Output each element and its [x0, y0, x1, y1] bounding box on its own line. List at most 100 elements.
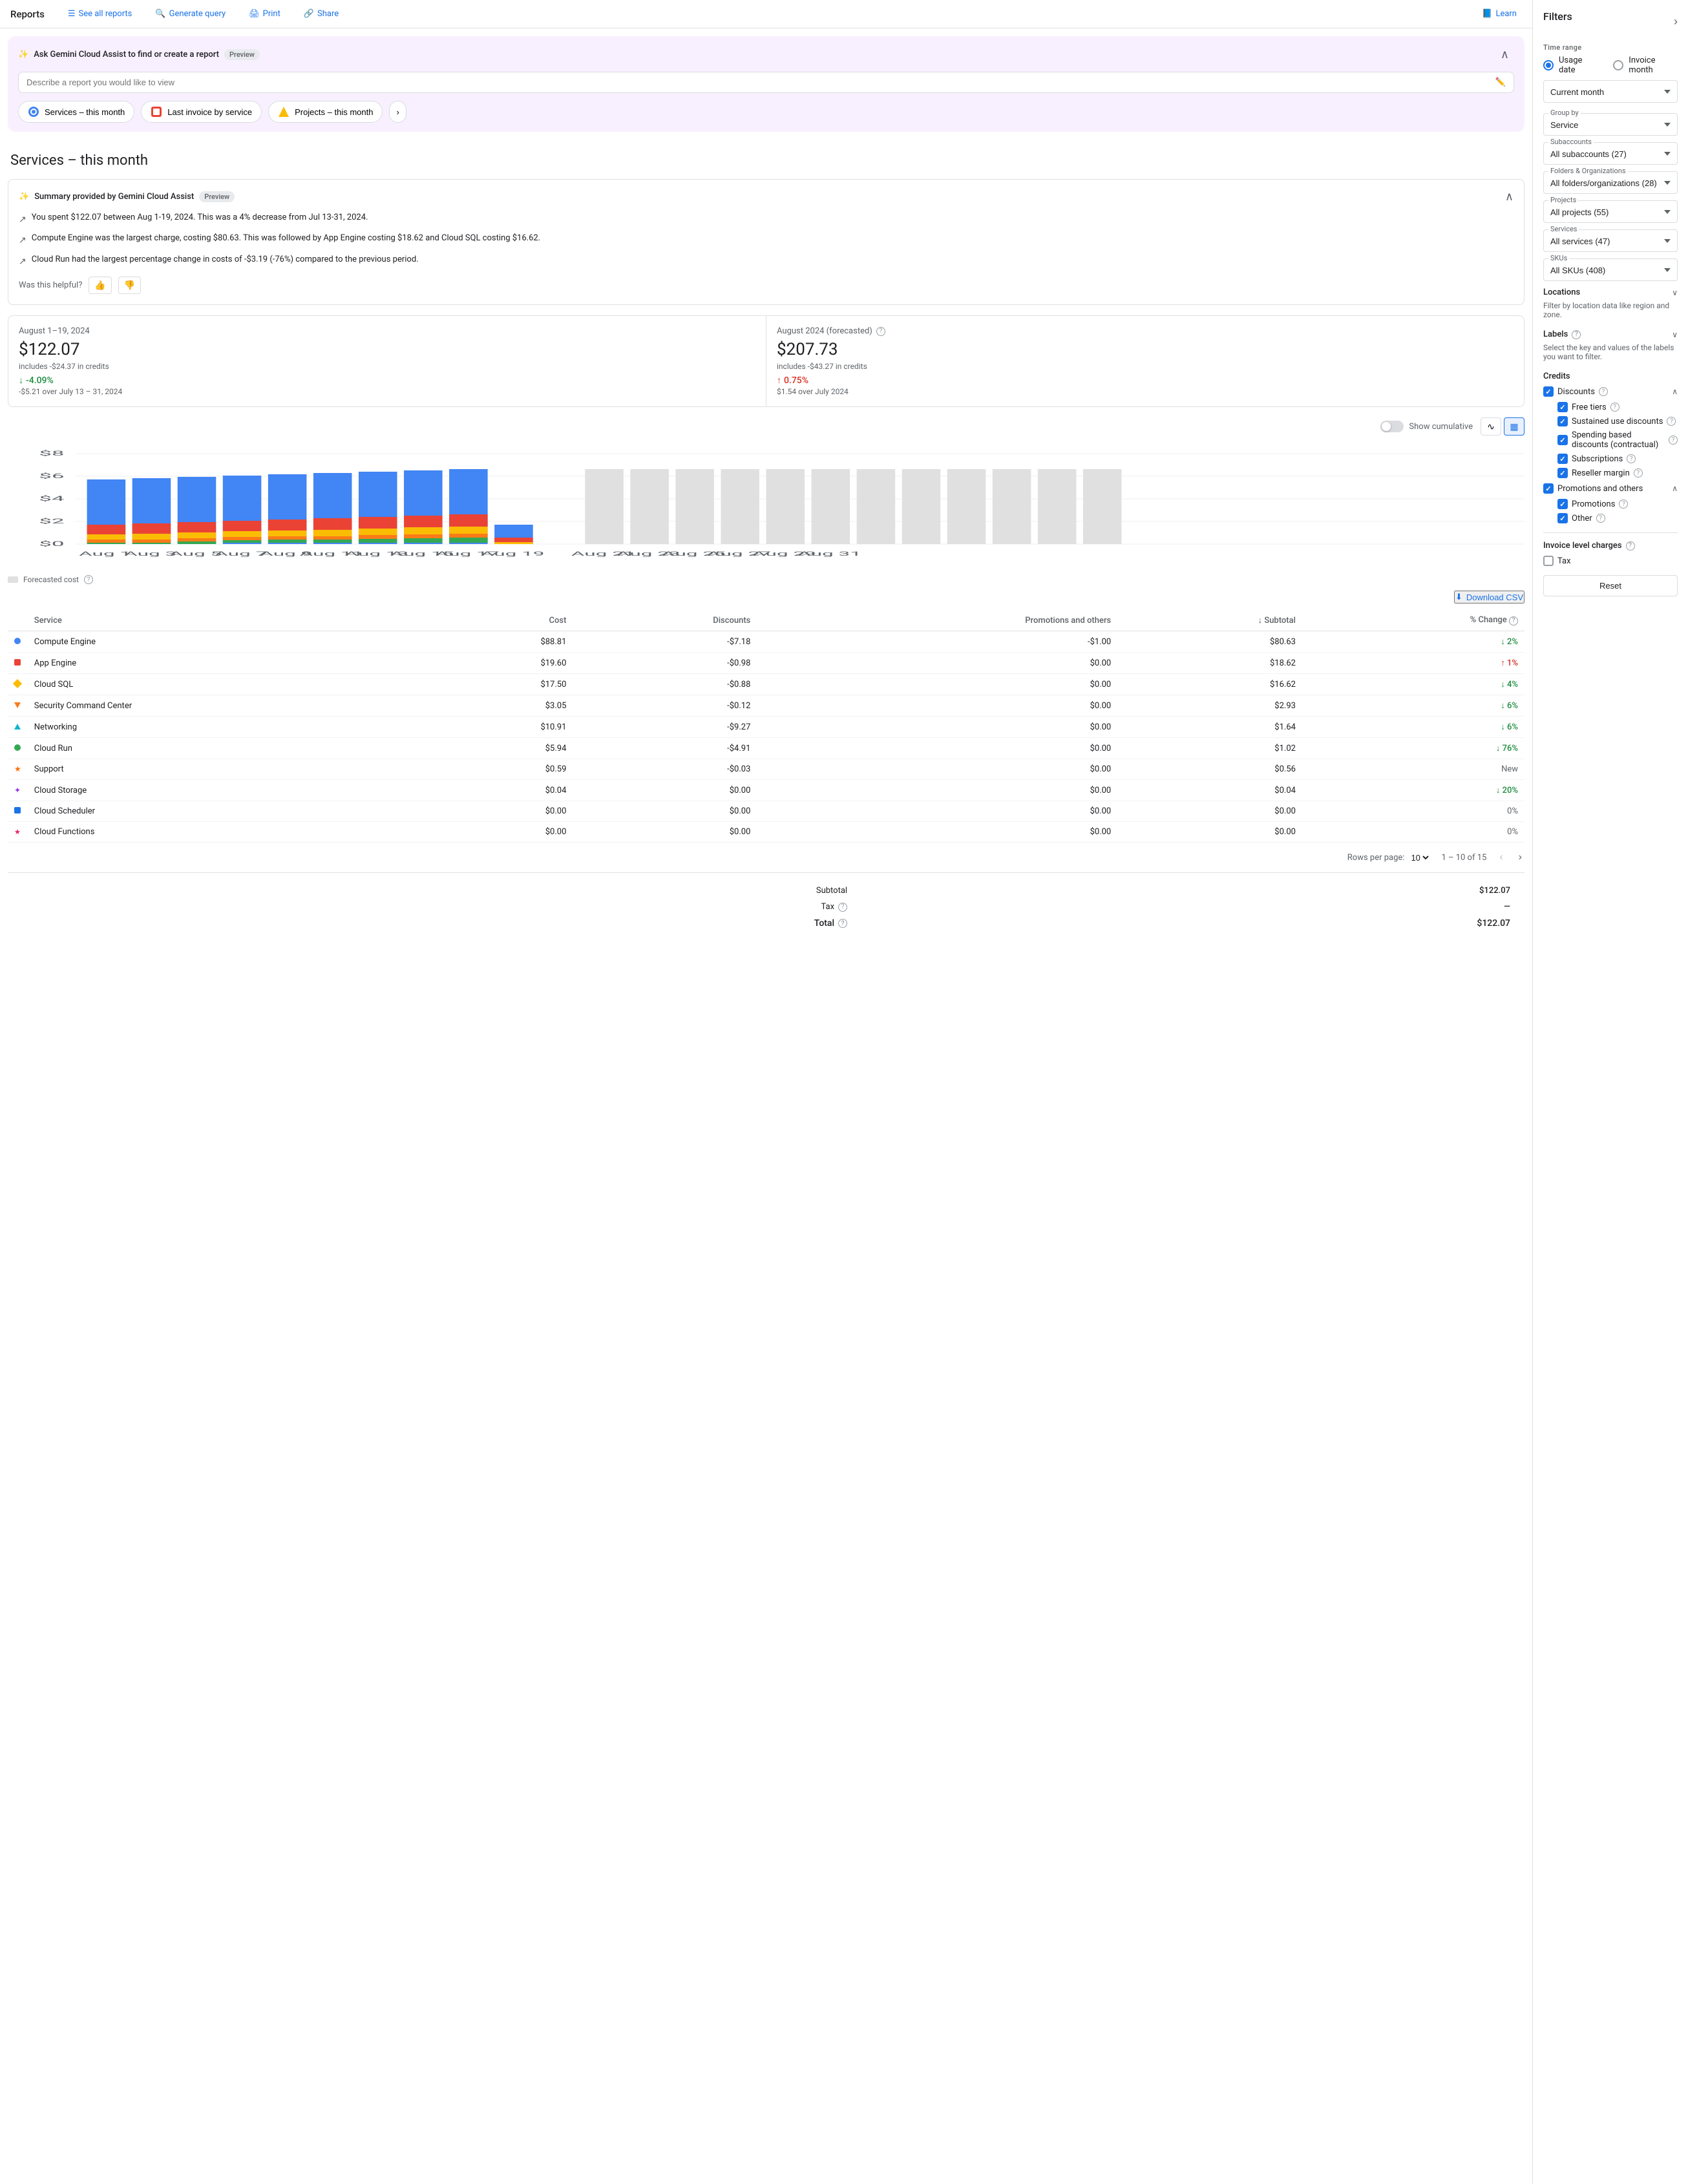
change-info-icon[interactable]: ? [1509, 616, 1518, 625]
labels-sub: Select the key and values of the labels … [1543, 343, 1678, 361]
row-subtotal: $0.56 [1117, 759, 1302, 780]
cumulative-toggle[interactable]: Show cumulative [1380, 421, 1473, 432]
other-item: Other ? [1557, 513, 1678, 523]
bar-chart-btn[interactable]: ▦ [1504, 417, 1524, 436]
toggle-switch[interactable] [1380, 421, 1404, 432]
metric-current-period: August 1–19, 2024 [19, 326, 755, 336]
gemini-collapse-btn[interactable]: ∧ [1495, 45, 1514, 64]
print-btn[interactable]: 🖨 Print [244, 6, 286, 21]
labels-header[interactable]: Labels ? ∨ [1543, 330, 1678, 339]
arrow-up-icon: ↑ [777, 375, 781, 386]
generate-query-btn[interactable]: 🔍 Generate query [150, 6, 231, 21]
download-row: ⬇ Download CSV [8, 584, 1524, 610]
row-subtotal: $1.02 [1117, 738, 1302, 759]
sustained-checkbox[interactable] [1557, 416, 1568, 426]
reseller-info[interactable]: ? [1634, 468, 1643, 478]
row-change: ↓ 20% [1302, 780, 1524, 801]
quick-report-invoice[interactable]: Last invoice by service [141, 101, 262, 123]
learn-btn[interactable]: 📘 Learn [1477, 6, 1522, 21]
spending-info[interactable]: ? [1669, 436, 1678, 445]
download-csv-btn[interactable]: ⬇ Download CSV [1454, 591, 1524, 604]
svg-text:Aug 31: Aug 31 [797, 551, 861, 558]
row-change: ↓ 76% [1302, 738, 1524, 759]
col-change[interactable]: % Change ? [1302, 610, 1524, 631]
locations-header[interactable]: Locations ∨ [1543, 288, 1678, 297]
discounts-collapse[interactable]: ∧ [1672, 387, 1678, 396]
print-icon: 🖨 [249, 9, 260, 19]
labels-info-icon[interactable]: ? [1572, 330, 1581, 339]
row-service: Cloud Run [28, 738, 432, 759]
metric-forecast-period: August 2024 (forecasted) ? [777, 326, 1514, 336]
invoice-charges-info[interactable]: ? [1626, 541, 1635, 551]
row-service: Cloud Scheduler [28, 801, 432, 822]
sidebar-expand-btn[interactable]: › [1674, 15, 1678, 28]
row-cost: $5.94 [432, 738, 573, 759]
subscriptions-checkbox[interactable] [1557, 454, 1568, 464]
app-title: Reports [10, 8, 45, 20]
promotions-checkbox[interactable] [1557, 499, 1568, 509]
summary-collapse-btn[interactable]: ∧ [1505, 190, 1514, 204]
svg-text:$0: $0 [39, 540, 64, 548]
spending-item: Spending based discounts (contractual) ? [1557, 430, 1678, 450]
usage-date-radio[interactable] [1543, 60, 1554, 70]
promotions-info[interactable]: ? [1619, 499, 1628, 509]
forecast-legend-info[interactable]: ? [84, 575, 93, 584]
reset-btn[interactable]: Reset [1543, 575, 1678, 596]
discounts-info[interactable]: ? [1599, 387, 1608, 396]
search-icon: 🔍 [155, 9, 165, 19]
metric-current-credits: includes -$24.37 in credits [19, 362, 755, 371]
row-icon [8, 801, 28, 822]
thumbs-up-btn[interactable]: 👍 [89, 277, 111, 294]
share-btn[interactable]: 🔗 Share [299, 6, 344, 21]
credits-title: Credits [1543, 372, 1678, 381]
invoice-month-radio[interactable] [1613, 60, 1623, 70]
table-row: Cloud SQL $17.50 -$0.88 $0.00 $16.62 ↓ 4… [8, 674, 1524, 695]
col-subtotal[interactable]: ↓ Subtotal [1117, 610, 1302, 631]
row-subtotal: $18.62 [1117, 653, 1302, 674]
trend-icon-2: ↗ [19, 233, 26, 247]
line-chart-btn[interactable]: ∿ [1481, 417, 1501, 436]
table-row: Cloud Run $5.94 -$4.91 $0.00 $1.02 ↓ 76% [8, 738, 1524, 759]
row-change: 0% [1302, 822, 1524, 843]
row-promotions: $0.00 [757, 738, 1117, 759]
total-info-icon[interactable]: ? [838, 919, 847, 928]
col-promotions: Promotions and others [757, 610, 1117, 631]
quick-report-projects[interactable]: Projects – this month [268, 101, 383, 123]
sustained-info[interactable]: ? [1667, 417, 1676, 426]
other-checkbox[interactable] [1557, 513, 1568, 523]
other-info[interactable]: ? [1596, 514, 1605, 523]
svg-text:Aug 3: Aug 3 [124, 551, 176, 558]
current-month-select[interactable]: Current month Last month Last 3 months C… [1543, 80, 1678, 103]
quick-report-more[interactable]: › [389, 101, 406, 123]
subscriptions-info[interactable]: ? [1627, 454, 1636, 463]
rows-per-page-select[interactable]: 10 25 50 [1408, 852, 1431, 863]
projects-wrapper: Projects All projects (55) [1543, 200, 1678, 223]
free-tiers-info[interactable]: ? [1610, 403, 1619, 412]
gemini-input-row[interactable]: ✏️ [18, 72, 1514, 93]
reseller-checkbox[interactable] [1557, 468, 1568, 478]
prev-page-btn[interactable]: ‹ [1497, 849, 1505, 866]
toggle-knob [1382, 422, 1391, 431]
row-icon [8, 738, 28, 759]
thumbs-down-btn[interactable]: 👎 [118, 277, 141, 294]
tax-checkbox[interactable] [1543, 556, 1554, 566]
see-all-reports-btn[interactable]: ☰ See all reports [63, 6, 138, 21]
forecast-info-icon[interactable]: ? [876, 327, 885, 336]
gemini-input[interactable] [26, 78, 1495, 87]
promotions-others-checkbox[interactable] [1543, 483, 1554, 494]
quick-report-services[interactable]: Services – this month [18, 101, 134, 123]
table-row: ★ Support $0.59 -$0.03 $0.00 $0.56 New [8, 759, 1524, 780]
discounts-checkbox[interactable] [1543, 386, 1554, 397]
tax-value: — [855, 899, 1517, 914]
table-row: Compute Engine $88.81 -$7.18 -$1.00 $80.… [8, 631, 1524, 653]
tax-info-icon[interactable]: ? [838, 903, 847, 912]
row-cost: $0.59 [432, 759, 573, 780]
svg-text:$4: $4 [39, 495, 64, 503]
promotions-collapse[interactable]: ∧ [1672, 484, 1678, 493]
gcp-icon-1 [28, 106, 39, 118]
next-page-btn[interactable]: › [1516, 849, 1524, 866]
spending-checkbox[interactable] [1557, 435, 1568, 445]
sparkle-icon-2: ✨ [19, 192, 29, 202]
free-tiers-checkbox[interactable] [1557, 402, 1568, 412]
summary-line-3: ↗ Cloud Run had the largest percentage c… [19, 253, 1514, 269]
